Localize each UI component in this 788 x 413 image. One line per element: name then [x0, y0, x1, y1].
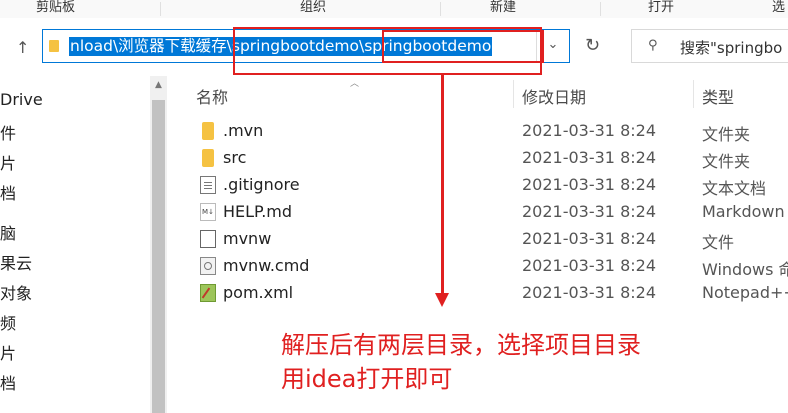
- nav-scrollbar-thumb[interactable]: [152, 100, 165, 413]
- ribbon-group-select[interactable]: 选: [772, 0, 785, 16]
- file-date: 2021-03-31 8:24: [522, 202, 656, 221]
- navigation-pane: Drive 件 片 档 脑 果云 对象 频 片 档: [0, 76, 170, 413]
- file-row[interactable]: mvnw.cmd 2021-03-31 8:24 Windows 命: [190, 253, 788, 280]
- annotation-arrow-line: [441, 74, 444, 296]
- sort-chevron-icon: ︿: [350, 79, 360, 89]
- ribbon-bar: 剪贴板 组织 新建 打开 选: [0, 0, 788, 19]
- file-type: Windows 命: [702, 260, 788, 279]
- annotation-line: 解压后有两层目录，选择项目目录: [281, 331, 641, 359]
- folder-icon: [202, 149, 214, 167]
- column-divider[interactable]: [693, 80, 694, 108]
- annotation-text: 解压后有两层目录，选择项目目录 用idea打开即可: [281, 328, 641, 396]
- file-type: 文件: [702, 233, 735, 252]
- nav-item-videos[interactable]: 频: [0, 310, 16, 334]
- search-placeholder: 搜索"springbo: [680, 39, 783, 57]
- scroll-up-icon[interactable]: ▲: [150, 80, 167, 94]
- file-date: 2021-03-31 8:24: [522, 121, 656, 140]
- search-input[interactable]: ⚲ 搜索"springbo: [631, 29, 788, 63]
- column-header-date[interactable]: 修改日期: [522, 84, 586, 108]
- file-date: 2021-03-31 8:24: [522, 175, 656, 194]
- folder-icon: [49, 40, 59, 52]
- markdown-file-icon: M↓: [200, 203, 216, 221]
- nav-item-documents-2[interactable]: 档: [0, 370, 16, 394]
- ribbon-group-organize[interactable]: 组织: [300, 0, 326, 16]
- folder-icon: [202, 122, 214, 140]
- file-date: 2021-03-31 8:24: [522, 148, 656, 167]
- file-name: src: [223, 148, 247, 167]
- ribbon-divider: [600, 2, 601, 16]
- column-header-name[interactable]: 名称: [196, 84, 228, 108]
- annotation-arrow-head-icon: [435, 293, 449, 307]
- ribbon-divider: [440, 2, 441, 16]
- file-row[interactable]: .gitignore 2021-03-31 8:24 文本文档: [190, 172, 788, 199]
- file-row[interactable]: M↓ HELP.md 2021-03-31 8:24 Markdown: [190, 199, 788, 226]
- file-name: HELP.md: [223, 202, 293, 221]
- nav-item-this-pc[interactable]: 脑: [0, 220, 16, 244]
- column-divider[interactable]: [513, 80, 514, 108]
- file-name: pom.xml: [223, 283, 294, 302]
- nav-item-documents[interactable]: 档: [0, 180, 16, 204]
- file-type: Markdown: [702, 202, 785, 221]
- ribbon-group-clipboard[interactable]: 剪贴板: [36, 0, 75, 16]
- file-row[interactable]: .mvn 2021-03-31 8:24 文件夹: [190, 118, 788, 145]
- file-name: mvnw.cmd: [223, 256, 310, 275]
- cmd-file-icon: [200, 257, 216, 275]
- file-date: 2021-03-31 8:24: [522, 229, 656, 248]
- file-date: 2021-03-31 8:24: [522, 256, 656, 275]
- column-header-type[interactable]: 类型: [702, 84, 734, 108]
- annotation-highlight-box: [382, 30, 544, 63]
- ribbon-group-new[interactable]: 新建: [490, 0, 516, 16]
- file-row[interactable]: pom.xml 2021-03-31 8:24 Notepad++: [190, 280, 788, 307]
- nav-item-cloud[interactable]: 果云: [0, 250, 32, 274]
- annotation-line: 用idea打开即可: [281, 365, 453, 393]
- nav-item-3d-objects[interactable]: 对象: [0, 280, 32, 304]
- ribbon-group-open[interactable]: 打开: [648, 0, 674, 16]
- blank-file-icon: [200, 230, 216, 248]
- nav-item-onedrive[interactable]: Drive: [0, 90, 43, 109]
- nav-item-pictures[interactable]: 片: [0, 150, 16, 174]
- file-type: 文本文档: [702, 179, 767, 198]
- text-file-icon: [200, 176, 216, 194]
- file-name: mvnw: [223, 229, 272, 248]
- nav-item-files[interactable]: 件: [0, 120, 16, 144]
- file-date: 2021-03-31 8:24: [522, 283, 656, 302]
- file-type: Notepad++: [702, 283, 788, 302]
- file-name: .mvn: [223, 121, 264, 140]
- xml-file-icon: [200, 284, 216, 302]
- up-arrow-icon[interactable]: ↑: [16, 38, 29, 57]
- search-icon: ⚲: [648, 38, 658, 53]
- ribbon-divider: [160, 2, 161, 16]
- file-name: .gitignore: [223, 175, 300, 194]
- file-row[interactable]: src 2021-03-31 8:24 文件夹: [190, 145, 788, 172]
- file-type: 文件夹: [702, 125, 751, 144]
- file-type: 文件夹: [702, 152, 751, 171]
- nav-item-pictures-2[interactable]: 片: [0, 340, 16, 364]
- file-row[interactable]: mvnw 2021-03-31 8:24 文件: [190, 226, 788, 253]
- refresh-icon[interactable]: ↻: [585, 35, 600, 56]
